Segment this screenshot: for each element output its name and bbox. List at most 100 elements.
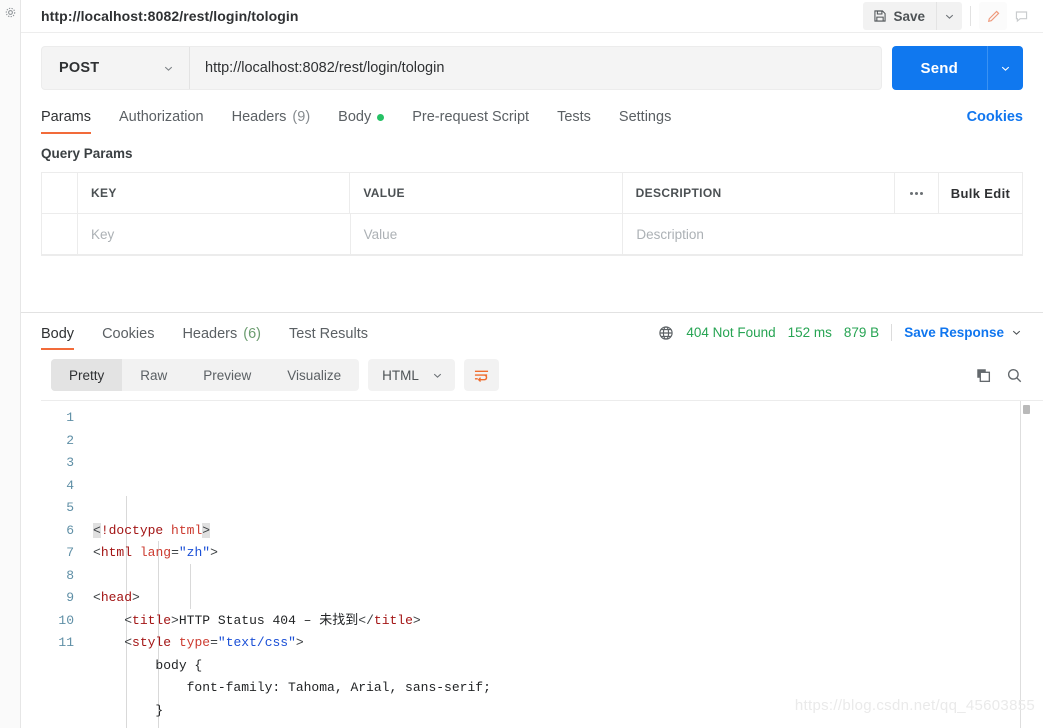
wrap-text-button[interactable]: [463, 359, 499, 392]
row-checkbox[interactable]: [42, 214, 78, 255]
view-mode-preview[interactable]: Preview: [185, 359, 269, 391]
row-key-cell[interactable]: Key: [78, 214, 351, 255]
code-token: HTTP Status 404 – 未找到: [178, 612, 359, 628]
response-tab-test-results[interactable]: Test Results: [275, 326, 382, 350]
code-token: head: [100, 590, 133, 606]
comment-button[interactable]: [1007, 2, 1035, 30]
bulk-edit-label: Bulk Edit: [950, 185, 1011, 201]
code-token: title: [132, 612, 172, 628]
send-options-button[interactable]: [987, 46, 1023, 90]
code-line: <title>HTTP Status 404 – 未找到</title>: [93, 610, 1043, 633]
params-empty-space: [41, 256, 1023, 313]
code-line: <style type="text/css">: [93, 632, 1043, 655]
tab-label: Tests: [557, 109, 591, 126]
table-options-button[interactable]: [895, 173, 939, 214]
method-select[interactable]: POST: [42, 47, 190, 89]
send-button[interactable]: Send: [891, 46, 987, 90]
url-input-group: POST: [41, 46, 882, 90]
row-spacer-b: [939, 214, 1022, 254]
row-description-cell[interactable]: Description: [623, 214, 895, 254]
chevron-down-icon: [431, 369, 444, 382]
column-header-description: DESCRIPTION: [623, 173, 895, 214]
view-mode-pretty[interactable]: Pretty: [51, 359, 123, 392]
tab-label: Body: [41, 326, 75, 343]
code-token: font-family: Tahoma, Arial, sans-serif;: [93, 680, 491, 696]
code-token: <: [93, 522, 101, 538]
code-scrollbar-thumb[interactable]: [1023, 405, 1030, 415]
tab-body[interactable]: Body: [324, 109, 398, 134]
description-placeholder: Description: [636, 226, 704, 242]
bulk-edit-button[interactable]: Bulk Edit: [939, 173, 1022, 213]
code-token: >: [202, 522, 211, 538]
code-token: <: [124, 612, 133, 628]
response-code[interactable]: <!doctype html> <html lang="zh"> <head> <t…: [85, 401, 1043, 728]
edit-request-button[interactable]: [979, 2, 1007, 30]
titlebar-actions: Save: [863, 0, 1035, 33]
save-button-label: Save: [893, 8, 925, 24]
line-number: 10: [58, 612, 74, 628]
gear-icon[interactable]: [4, 6, 17, 19]
save-response-button[interactable]: Save Response: [904, 325, 1023, 340]
send-group: Send: [891, 46, 1023, 90]
response-tab-cookies[interactable]: Cookies: [88, 326, 168, 350]
line-number: 9: [66, 590, 74, 606]
ellipsis-icon: [909, 191, 923, 195]
url-input[interactable]: [190, 47, 881, 89]
tab-tests[interactable]: Tests: [543, 109, 605, 134]
tab-pre-request-script[interactable]: Pre-request Script: [398, 109, 543, 134]
line-number: 1: [66, 410, 74, 426]
cookies-link[interactable]: Cookies: [967, 109, 1023, 134]
row-value-cell[interactable]: Value: [351, 214, 624, 255]
tab-settings[interactable]: Settings: [605, 109, 685, 134]
response-tab-headers[interactable]: Headers (6): [168, 326, 275, 350]
format-select[interactable]: HTML: [368, 359, 455, 392]
value-placeholder: Value: [363, 226, 398, 242]
code-token: >: [210, 545, 218, 561]
code-scrollbar-track[interactable]: [1020, 401, 1021, 728]
code-token: <: [93, 545, 101, 561]
search-icon[interactable]: [1006, 367, 1023, 384]
response-toolbar: Pretty Raw Preview Visualize HTML: [21, 350, 1043, 400]
save-button[interactable]: Save: [863, 2, 936, 30]
tab-label: Params: [41, 109, 91, 126]
request-tabs: Params Authorization Headers (9) Body Pr…: [21, 103, 1043, 135]
pencil-icon: [986, 9, 1001, 24]
query-params-table: KEY VALUE DESCRIPTION Bulk Edit Key Valu…: [41, 172, 1023, 257]
response-tabs: Body Cookies Headers (6) Test Results: [41, 326, 382, 351]
tab-authorization[interactable]: Authorization: [105, 109, 218, 134]
globe-icon: [658, 325, 674, 341]
tab-params[interactable]: Params: [41, 109, 105, 135]
copy-icon[interactable]: [975, 367, 992, 384]
code-token: type: [178, 635, 211, 651]
view-mode-raw[interactable]: Raw: [122, 359, 185, 391]
response-size: 879 B: [843, 325, 880, 341]
response-body-viewer[interactable]: 1 2 3 4 5 6 7 8 9 10 11 <!doctype html> <html lang=…: [41, 400, 1043, 728]
wrap-text-icon: [473, 368, 490, 383]
chevron-down-icon: [1010, 326, 1023, 339]
code-token: "zh": [178, 545, 211, 561]
toolbar-divider: [970, 6, 971, 26]
floppy-disk-icon: [873, 9, 887, 23]
code-token: <: [93, 590, 101, 606]
line-number: 8: [66, 567, 74, 583]
page-title: http://localhost:8082/rest/login/tologin: [41, 8, 299, 24]
query-params-label: Query Params: [41, 146, 133, 162]
save-options-button[interactable]: [936, 2, 962, 30]
code-token: lang: [139, 545, 172, 561]
line-number: 11: [58, 635, 74, 651]
tab-headers[interactable]: Headers (9): [218, 109, 325, 134]
code-token: "text/css": [217, 635, 296, 651]
line-number: 2: [66, 432, 74, 448]
view-mode-segmented: Pretty Raw Preview Visualize: [51, 359, 360, 392]
code-token: >: [132, 590, 140, 606]
line-number: 5: [66, 500, 74, 516]
tab-label: Cookies: [102, 326, 155, 343]
response-tab-body[interactable]: Body: [41, 326, 88, 351]
tab-label: Headers: [231, 109, 287, 126]
view-mode-visualize[interactable]: Visualize: [269, 359, 359, 391]
